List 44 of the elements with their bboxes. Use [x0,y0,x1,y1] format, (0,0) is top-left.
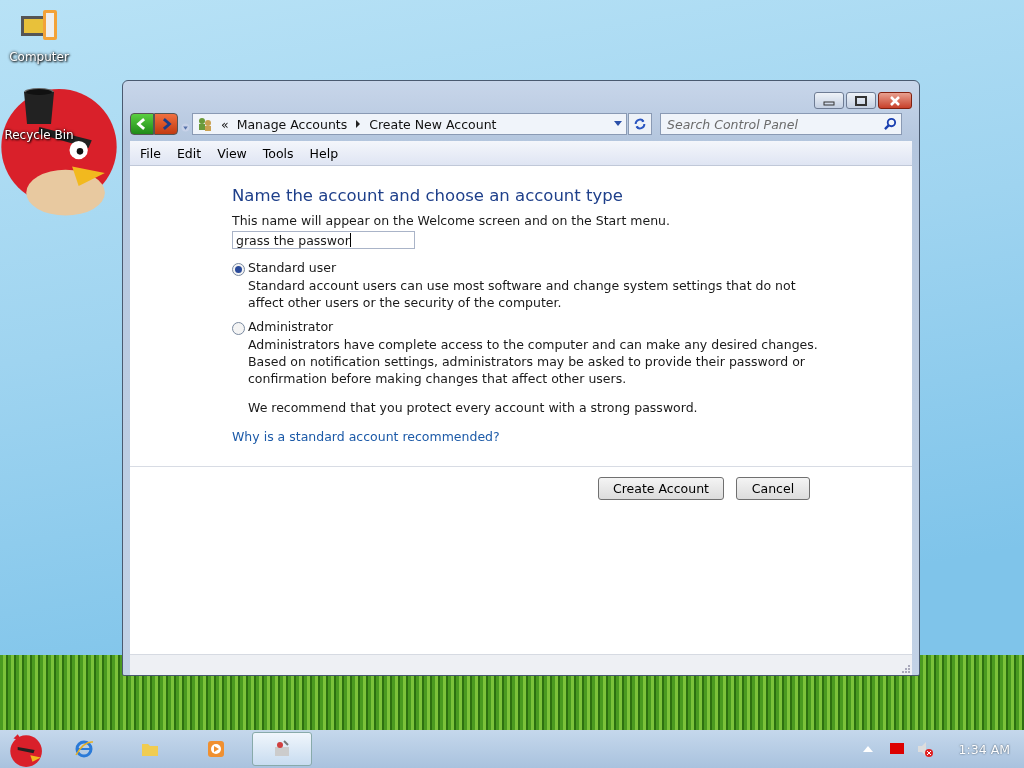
dropdown-icon[interactable] [181,122,190,132]
radio-button[interactable] [232,322,245,335]
refresh-button[interactable] [628,113,652,135]
overflow-chevron[interactable]: « [221,116,229,132]
search-field[interactable]: Search Control Panel [660,113,902,135]
maximize-button[interactable] [846,92,876,109]
maximize-icon [855,95,867,106]
menu-item[interactable]: View [209,145,255,161]
name-field[interactable]: grass the passwor [232,231,415,249]
resize-grip-icon[interactable] [900,663,910,673]
help-link[interactable]: Why is a standard account recommended? [232,429,500,444]
speaker-muted-icon[interactable] [916,741,933,757]
monitor-icon[interactable] [888,741,905,757]
close-button[interactable] [878,92,912,109]
dialog-button[interactable]: Create Account [598,477,724,500]
media-player-icon [206,739,226,759]
control-panel-icon [272,739,292,759]
menu-item[interactable]: Tools [254,145,302,161]
menu-item[interactable]: Edit [168,145,210,161]
search-icon [884,117,897,130]
option-description: Administrators have complete access to the computer and can make any desired changes. Based on notification settings, administrators may be asked to provide their password or confirmation before making changes that affect other users. [248,336,819,387]
browser-icon [74,739,94,759]
instruction-text: This name will appear on the Welcome screen and on the Start menu. [232,213,671,228]
close-icon [889,95,901,106]
breadcrumb-link[interactable]: Manage Accounts [236,116,348,132]
dropdown-icon[interactable] [614,121,622,127]
taskbar-button[interactable] [252,732,312,766]
option-description: Standard account users can use most software and change system settings that do not affect other users or the security of the computer. [248,277,797,311]
breadcrumb-link[interactable]: Create New Account [369,116,497,132]
option-label[interactable]: Administrator [248,319,822,334]
page-heading: Name the account and choose an account type [232,186,624,205]
menu-item[interactable]: File [132,145,169,161]
address-bar[interactable]: « Manage Accounts Create New Account [192,113,627,135]
forward-button[interactable] [154,113,178,135]
menu-item[interactable]: Help [301,145,347,161]
caret-icon[interactable] [355,120,362,128]
radio-button[interactable] [232,263,245,276]
option-label[interactable]: Standard user [248,260,822,275]
dialog-button[interactable]: Cancel [736,477,810,500]
recommendation-text: We recommend that you protect every account with a strong password. [248,400,699,415]
refresh-icon [633,117,647,131]
minimize-button[interactable] [814,92,844,109]
back-button[interactable] [130,113,154,135]
users-icon[interactable] [197,116,213,132]
